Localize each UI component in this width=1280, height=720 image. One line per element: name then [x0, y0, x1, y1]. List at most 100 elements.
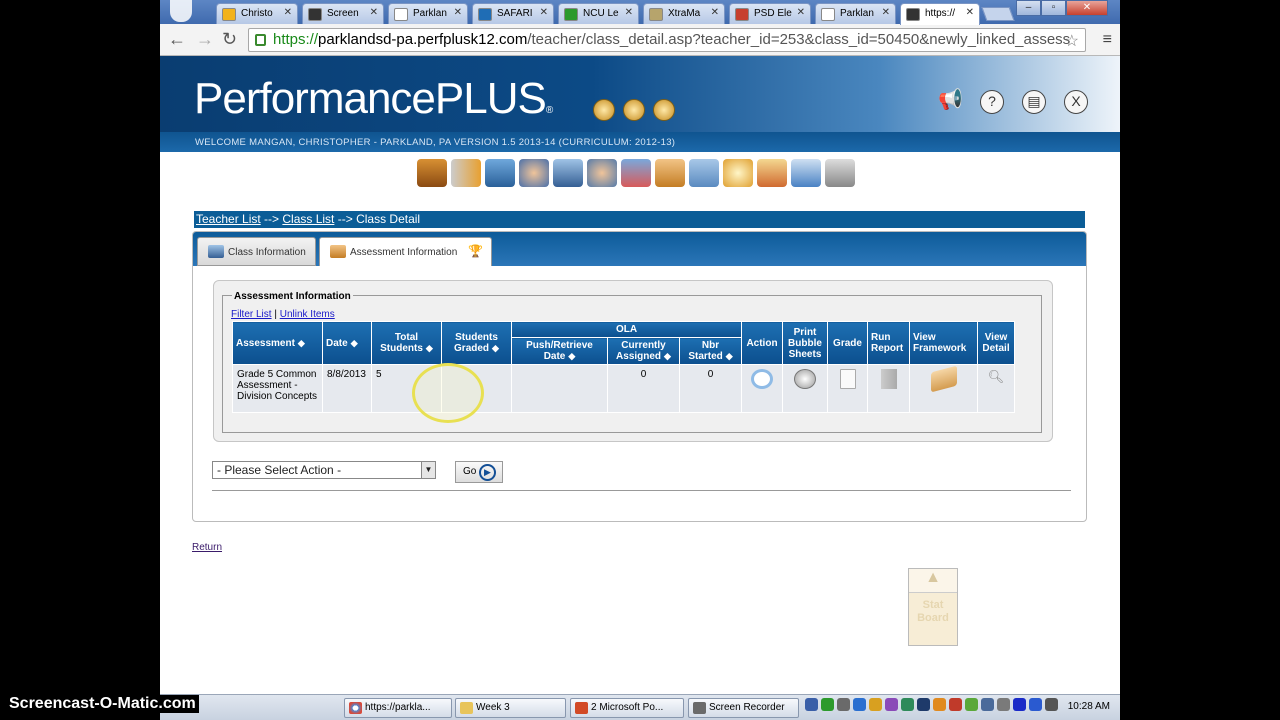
grade-sheet-icon[interactable]	[839, 369, 856, 389]
assessment-icon[interactable]	[655, 159, 685, 187]
tray-icon[interactable]	[837, 698, 850, 711]
address-bar[interactable]: https://parklandsd-pa.perfplusk12.com/te…	[248, 28, 1086, 52]
tray-icon[interactable]	[821, 698, 834, 711]
tray-icon[interactable]	[885, 698, 898, 711]
action-icon[interactable]	[751, 369, 773, 389]
taskbar-item-recorder[interactable]: Screen Recorder	[688, 698, 799, 718]
go-button[interactable]: Go ▶	[455, 461, 503, 483]
tray-icon[interactable]	[981, 698, 994, 711]
tools-icon[interactable]	[825, 159, 855, 187]
browser-tab[interactable]: PSD Ele ✕	[729, 3, 811, 24]
tray-icon[interactable]	[997, 698, 1010, 711]
play-circle-icon: ▶	[479, 464, 496, 481]
print-icon[interactable]: ▤	[1022, 90, 1046, 114]
tray-icon[interactable]	[805, 698, 818, 711]
volume-icon[interactable]	[1045, 698, 1058, 711]
filter-list-link[interactable]: Filter List	[231, 309, 272, 320]
students-icon[interactable]	[587, 159, 617, 187]
star-icon[interactable]	[723, 159, 753, 187]
classroom-icon[interactable]	[553, 159, 583, 187]
tab-close-icon[interactable]: ✕	[711, 7, 719, 18]
tray-icon[interactable]	[869, 698, 882, 711]
logout-icon[interactable]: X	[1064, 90, 1088, 114]
chart-badge-icon[interactable]	[593, 99, 615, 121]
browser-tab[interactable]: Parklan ✕	[815, 3, 896, 24]
library-icon[interactable]	[689, 159, 719, 187]
taskbar-label: https://parkla...	[365, 702, 431, 713]
unlink-items-link[interactable]: Unlink Items	[280, 309, 335, 320]
browser-tab-label: Parklan	[840, 8, 874, 19]
tray-icon[interactable]	[933, 698, 946, 711]
calendar-icon[interactable]	[757, 159, 787, 187]
help-icon[interactable]: ?	[980, 90, 1004, 114]
minimize-icon[interactable]: –	[1016, 0, 1041, 16]
tray-icon[interactable]	[1029, 698, 1042, 711]
close-window-icon[interactable]: ✕	[1066, 0, 1108, 16]
teacher-list-link[interactable]: Teacher List	[196, 212, 261, 226]
scroll-up-icon[interactable]: ▲	[909, 569, 957, 593]
tab-assessment-information[interactable]: Assessment Information 🏆	[319, 237, 492, 266]
col-ola-group: OLA	[511, 321, 742, 338]
tray-icon[interactable]	[917, 698, 930, 711]
tray-icon[interactable]	[965, 698, 978, 711]
tab-close-icon[interactable]: ✕	[370, 7, 378, 18]
powerpoint-icon	[575, 702, 588, 714]
taskbar-item-chrome[interactable]: https://parkla...	[344, 698, 452, 718]
reload-icon[interactable]: ↻	[222, 30, 237, 48]
apple-badge-icon[interactable]	[653, 99, 675, 121]
browser-tab[interactable]: Christo ✕	[216, 3, 298, 24]
action-select[interactable]: - Please Select Action - ▼	[212, 461, 436, 479]
col-students-graded[interactable]: Students Graded ◆	[441, 321, 512, 365]
browser-tab[interactable]: https:// ✕	[900, 3, 980, 25]
new-tab-button[interactable]	[981, 7, 1015, 21]
col-date[interactable]: Date ◆	[322, 321, 372, 365]
tab-close-icon[interactable]: ✕	[882, 7, 890, 18]
class-list-link[interactable]: Class List	[282, 212, 334, 226]
col-nbr-started[interactable]: Nbr Started ◆	[679, 337, 742, 365]
tray-icon[interactable]	[949, 698, 962, 711]
tab-close-icon[interactable]: ✕	[540, 7, 548, 18]
taskbar-item-powerpoint[interactable]: 2 Microsoft Po...	[570, 698, 684, 718]
teacher-icon[interactable]	[519, 159, 549, 187]
browser-tab[interactable]: Screen ✕	[302, 3, 384, 24]
app-logo: PerformancePLUS®	[194, 74, 553, 123]
browser-tab[interactable]: SAFARI ✕	[472, 3, 554, 24]
reports-icon[interactable]	[451, 159, 481, 187]
tab-class-information[interactable]: Class Information	[197, 237, 316, 266]
col-currently-assigned[interactable]: Currently Assigned ◆	[607, 337, 680, 365]
taskbar-item-folder[interactable]: Week 3	[455, 698, 566, 718]
printer-icon[interactable]	[794, 369, 816, 389]
tab-close-icon[interactable]: ✕	[454, 7, 462, 18]
col-push-retrieve[interactable]: Push/Retrieve Date ◆	[511, 337, 608, 365]
magnifier-icon[interactable]: 🔍︎	[982, 369, 1010, 385]
megaphone-icon[interactable]: 📢	[938, 90, 963, 114]
tray-icon[interactable]	[1013, 698, 1026, 711]
browser-tab[interactable]: XtraMa ✕	[643, 3, 725, 24]
pencil-badge-icon[interactable]	[623, 99, 645, 121]
tray-icon[interactable]	[901, 698, 914, 711]
mail-icon[interactable]	[791, 159, 821, 187]
back-arrow-icon[interactable]: ←	[168, 30, 186, 48]
tab-close-icon[interactable]: ✕	[625, 7, 633, 18]
home-icon[interactable]	[417, 159, 447, 187]
browser-tab[interactable]: Parklan ✕	[388, 3, 468, 24]
tab-close-icon[interactable]: ✕	[284, 7, 292, 18]
page-icon	[394, 8, 408, 21]
standards-icon[interactable]	[621, 159, 651, 187]
browser-tab[interactable]: NCU Le ✕	[558, 3, 639, 24]
chrome-menu-icon[interactable]: ≡	[1103, 31, 1112, 49]
dropdown-arrow-icon[interactable]: ▼	[421, 462, 435, 478]
bar-chart-icon[interactable]	[880, 369, 897, 389]
col-assessment[interactable]: Assessment ◆	[232, 321, 323, 365]
bookmark-star-icon[interactable]: ☆	[1065, 31, 1079, 51]
stat-board-widget[interactable]: ▲ Stat Board	[908, 568, 958, 646]
tray-icon[interactable]	[853, 698, 866, 711]
return-link[interactable]: Return	[192, 542, 222, 553]
forward-arrow-icon[interactable]: →	[196, 30, 214, 48]
framework-icon[interactable]	[930, 365, 957, 393]
maximize-icon[interactable]: ▫	[1041, 0, 1066, 16]
book-icon[interactable]	[485, 159, 515, 187]
tab-close-icon[interactable]: ✕	[966, 7, 974, 18]
col-total-students[interactable]: Total Students ◆	[371, 321, 442, 365]
tab-close-icon[interactable]: ✕	[797, 7, 805, 18]
